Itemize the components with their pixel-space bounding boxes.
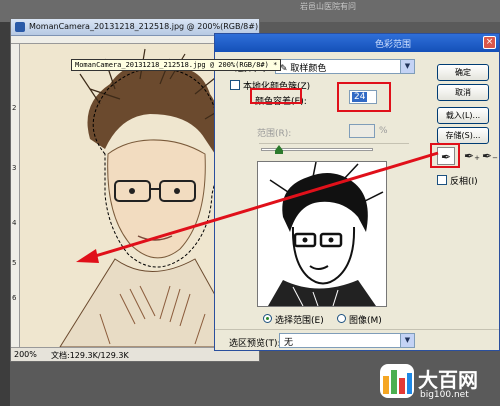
image-radio[interactable] — [337, 314, 346, 323]
select-value: ✎ 取样颜色 — [280, 64, 327, 74]
dialog-separator — [215, 329, 499, 330]
selection-radio[interactable] — [263, 314, 272, 323]
fuzziness-slider-thumb[interactable] — [275, 145, 283, 154]
ruler-mark: 4 — [12, 219, 17, 227]
ok-button[interactable]: 确定 — [437, 64, 489, 81]
ruler-mark: 5 — [12, 259, 17, 267]
ruler-mark: 3 — [12, 164, 17, 172]
image-radio-label: 图像(M) — [349, 316, 382, 326]
load-button[interactable]: 载入(L)... — [437, 107, 489, 124]
range-unit: % — [379, 126, 388, 136]
watermark-url: big100.net — [420, 390, 469, 400]
watermark-logo — [380, 364, 414, 398]
preview-image — [258, 161, 386, 307]
close-icon[interactable]: × — [483, 36, 496, 49]
document-title: MomanCamera_20131218_212518.jpg @ 200%(R… — [29, 22, 259, 31]
range-label: 范围(R): — [257, 129, 292, 139]
dialog-titlebar[interactable]: 色彩范围 × — [215, 34, 499, 52]
eyedropper-plus-icon[interactable]: ✒+ — [463, 147, 481, 165]
ruler-mark: 6 — [12, 294, 17, 302]
chevron-down-icon: ▼ — [400, 334, 414, 347]
eyedropper-highlight — [430, 143, 460, 168]
select-dropdown[interactable]: ✎ 取样颜色 ▼ — [275, 59, 415, 74]
fuzziness-label-highlight — [250, 88, 302, 104]
document-tooltip: MomanCamera_20131218_212518.jpg @ 200%(R… — [71, 59, 282, 71]
preview-label: 选区预览(T): — [229, 339, 281, 349]
chevron-down-icon: ▼ — [400, 60, 414, 73]
eyedropper-minus-icon[interactable]: ✒− — [481, 147, 499, 165]
range-input[interactable] — [349, 124, 375, 138]
watermark-name: 大百网 — [418, 368, 478, 392]
range-slider-disabled — [259, 143, 409, 144]
selection-radio-label: 选择范围(E) — [275, 316, 324, 326]
cancel-button[interactable]: 取消 — [437, 84, 489, 101]
eyedropper-icon: ✎ — [280, 64, 291, 74]
zoom-level[interactable]: 200% — [14, 350, 37, 359]
top-bar-hint: 岩邑山医院有问 — [300, 2, 356, 11]
invert-checkbox[interactable] — [437, 175, 447, 185]
ruler-left: 2 3 4 5 6 — [11, 44, 20, 347]
tools-strip — [0, 22, 10, 406]
preview-dropdown[interactable]: 无 ▼ — [279, 333, 415, 348]
photoshop-icon — [15, 22, 25, 32]
save-button[interactable]: 存储(S)... — [437, 127, 489, 144]
ruler-mark: 2 — [12, 104, 17, 112]
watermark: 大百网 big100.net — [380, 362, 500, 406]
localized-clusters-checkbox[interactable] — [230, 80, 240, 90]
invert-label: 反相(I) — [450, 177, 478, 187]
selection-preview — [257, 161, 387, 307]
dialog-title: 色彩范围 — [375, 40, 412, 50]
fuzziness-input-highlight — [337, 82, 391, 112]
document-size: 文档:129.3K/129.3K — [51, 351, 129, 360]
color-range-dialog: 色彩范围 × 选择(C): ✎ 取样颜色 ▼ 本地化颜色簇(Z) 颜色容差(E)… — [214, 33, 500, 351]
